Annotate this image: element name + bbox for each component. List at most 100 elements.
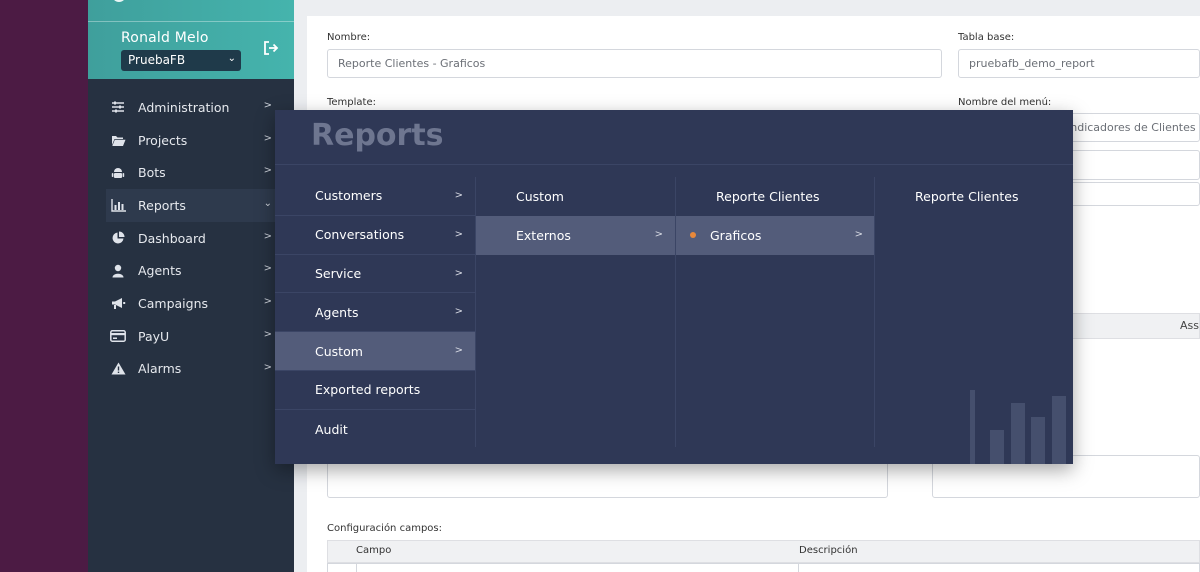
tabla-base-input[interactable]: pruebafb_demo_report <box>958 49 1200 78</box>
nombre-input[interactable]: Reporte Clientes - Graficos <box>327 49 942 78</box>
sidebar-item-label: Reports <box>138 197 186 213</box>
user-icon <box>110 263 126 279</box>
menu-item-graficos[interactable]: Graficos > <box>676 215 875 255</box>
sidebar-item-label: Administration <box>138 99 230 115</box>
menu-item-label: Custom <box>315 343 363 359</box>
sidebar-item-label: Agents <box>138 263 182 279</box>
table-header: Ass <box>1060 313 1200 339</box>
menu-item-customers[interactable]: Customers > <box>275 177 475 216</box>
col-descripcion: Descripción <box>799 545 858 556</box>
menu-item-service[interactable]: Service > <box>275 255 475 294</box>
sidebar-item-dashboard[interactable]: Dashboard > <box>106 222 294 255</box>
mega-menu-title: Reports <box>311 118 444 153</box>
menu-item-externos[interactable]: Externos > <box>476 215 675 255</box>
chevron-right-icon: > <box>454 306 463 318</box>
menu-item-label: Audit <box>315 421 348 437</box>
android-icon <box>110 165 126 181</box>
nombre-label: Nombre: <box>327 32 371 43</box>
sidebar-item-campaigns[interactable]: Campaigns > <box>106 287 294 320</box>
col-divider <box>356 564 357 572</box>
chevron-down-icon: ⌄ <box>227 53 236 64</box>
reports-mega-menu: Reports Customers > Conversations > Serv… <box>275 110 1073 464</box>
menu-item-label: Agents <box>315 304 359 320</box>
logout-icon[interactable] <box>263 40 279 56</box>
bar-chart-icon <box>110 197 126 213</box>
menu-name-label: Nombre del menú: <box>958 97 1052 108</box>
sidebar-item-label: Dashboard <box>138 230 206 246</box>
chevron-right-icon: > <box>263 230 272 242</box>
mega-menu-divider <box>275 164 1073 165</box>
menu-item-label: Externos <box>516 227 571 243</box>
sidebar-item-label: Alarms <box>138 361 182 377</box>
sidebar: Ronald Melo PruebaFB ⌄ Administration > … <box>88 0 294 572</box>
chevron-right-icon: > <box>263 296 272 308</box>
credit-card-icon <box>110 328 126 344</box>
tabla-base-label: Tabla base: <box>958 32 1015 43</box>
chevron-right-icon: > <box>263 328 272 340</box>
col-campo: Campo <box>356 545 392 556</box>
menu-item-conversations[interactable]: Conversations > <box>275 216 475 255</box>
chevron-right-icon: > <box>454 345 463 357</box>
menu-name-input[interactable]: Indicadores de Clientes <box>1060 113 1200 142</box>
sidebar-item-label: Bots <box>138 165 166 181</box>
menu-item-label: Exported reports <box>315 382 421 398</box>
menu-item-label: Conversations <box>315 227 405 243</box>
menu-item-exported-reports[interactable]: Exported reports <box>275 371 475 410</box>
table-header-ass: Ass <box>1180 319 1199 332</box>
sidebar-nav: Administration > Projects > Bots > Repor… <box>106 91 294 385</box>
folder-open-icon <box>110 132 126 148</box>
template-label: Template: <box>327 97 376 108</box>
logo-icon <box>112 0 126 2</box>
sidebar-item-alarms[interactable]: Alarms > <box>106 353 294 386</box>
bullet-dot-icon <box>690 232 696 239</box>
chevron-right-icon: > <box>263 361 272 373</box>
sidebar-item-label: Campaigns <box>138 295 209 311</box>
sidebar-item-projects[interactable]: Projects > <box>106 124 294 157</box>
profile-divider <box>88 21 294 22</box>
menu-item-custom[interactable]: Custom > <box>275 332 475 371</box>
left-app-strip <box>0 0 88 572</box>
menu-item-label: Graficos <box>710 227 762 243</box>
megaphone-icon <box>110 295 126 311</box>
config-table-row <box>327 563 1200 572</box>
sidebar-item-bots[interactable]: Bots > <box>106 156 294 189</box>
chevron-down-icon: ⌄ <box>263 198 272 210</box>
externos-submenu-column: Reporte Clientes Graficos > <box>675 177 875 447</box>
reports-category-column: Customers > Conversations > Service > Ag… <box>275 177 475 447</box>
extra-input-1[interactable] <box>1060 150 1200 180</box>
chevron-right-icon: > <box>263 100 272 111</box>
extra-input-2[interactable] <box>1060 182 1200 206</box>
custom-submenu-column: Custom Externos > <box>475 177 675 447</box>
chevron-right-icon: > <box>854 228 863 240</box>
bar-chart-watermark-icon <box>970 390 1066 464</box>
chevron-right-icon: > <box>263 165 272 177</box>
col-divider <box>798 564 799 572</box>
chevron-right-icon: > <box>654 228 663 240</box>
pie-chart-icon <box>110 230 126 246</box>
user-name: Ronald Melo <box>121 30 209 46</box>
config-campos-label: Configuración campos: <box>327 523 442 534</box>
profile-header: Ronald Melo PruebaFB ⌄ <box>88 0 294 79</box>
sidebar-item-reports[interactable]: Reports ⌄ <box>106 189 294 222</box>
chevron-right-icon: > <box>454 190 463 201</box>
sliders-icon <box>110 99 126 115</box>
chevron-right-icon: > <box>454 228 463 240</box>
sidebar-item-administration[interactable]: Administration > <box>106 91 294 124</box>
account-select-value: PruebaFB <box>128 53 186 67</box>
menu-item-agents[interactable]: Agents > <box>275 293 475 333</box>
menu-item-audit[interactable]: Audit <box>275 410 475 449</box>
sidebar-item-label: Projects <box>138 132 188 148</box>
sidebar-item-payu[interactable]: PayU > <box>106 320 294 353</box>
submenu-header-custom: Custom <box>516 188 564 204</box>
submenu-header-reporte-clientes: Reporte Clientes <box>716 188 820 204</box>
warning-icon <box>110 361 126 377</box>
sidebar-item-label: PayU <box>138 328 170 344</box>
account-select[interactable]: PruebaFB ⌄ <box>121 50 241 71</box>
config-table-header: Campo Descripción <box>327 540 1200 563</box>
submenu-header-reporte-clientes-2: Reporte Clientes <box>915 188 1019 204</box>
chevron-right-icon: > <box>263 132 272 144</box>
sidebar-item-agents[interactable]: Agents > <box>106 254 294 287</box>
chevron-right-icon: > <box>454 267 463 279</box>
menu-item-label: Customers <box>315 188 383 204</box>
menu-item-label: Service <box>315 265 362 281</box>
